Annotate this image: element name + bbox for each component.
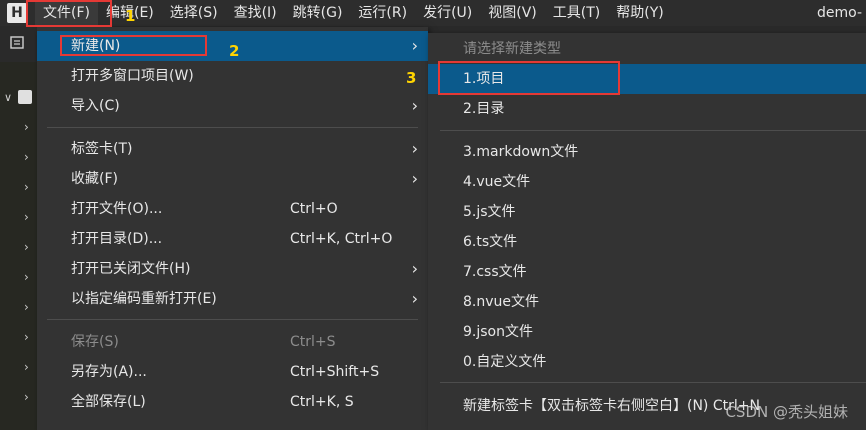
menu-help[interactable]: 帮助(Y) (608, 0, 671, 26)
annotation-number-3: 3 (406, 69, 417, 87)
annotation-box-2 (60, 35, 207, 56)
menu-item-favorites[interactable]: 收藏(F) › (37, 164, 428, 194)
chevron-right-icon[interactable]: › (24, 210, 29, 224)
menu-item-reopen-with-encoding[interactable]: 以指定编码重新打开(E) › (37, 284, 428, 314)
project-manager-icon[interactable] (10, 35, 26, 51)
submenu-item-directory[interactable]: 2.目录 (428, 94, 866, 124)
menu-item-shortcut: Ctrl+Shift+S (290, 364, 380, 380)
menu-publish[interactable]: 发行(U) (415, 0, 480, 26)
menu-item-label: 标签卡(T) (71, 141, 133, 157)
menu-item-tabs[interactable]: 标签卡(T) › (37, 134, 428, 164)
chevron-right-icon[interactable]: › (24, 180, 29, 194)
menu-item-open-file[interactable]: 打开文件(O)... Ctrl+O (37, 194, 428, 224)
watermark: CSDN @秃头姐妹 (725, 403, 848, 421)
chevron-right-icon[interactable]: › (24, 360, 29, 374)
menu-item-open-multi-window[interactable]: 打开多窗口项目(W) (37, 61, 428, 91)
chevron-right-icon: › (411, 36, 418, 55)
menu-divider (47, 127, 418, 128)
app-logo-icon: H (7, 3, 27, 23)
menu-select[interactable]: 选择(S) (162, 0, 226, 26)
menu-item-label: 打开目录(D)... (71, 231, 163, 247)
menu-item-save-all[interactable]: 全部保存(L) Ctrl+K, S (37, 387, 428, 417)
menu-tools[interactable]: 工具(T) (545, 0, 608, 26)
chevron-right-icon[interactable]: › (24, 330, 29, 344)
annotation-number-2: 2 (229, 42, 240, 60)
chevron-right-icon: › (411, 139, 418, 158)
submenu-item-vue[interactable]: 4.vue文件 (428, 167, 866, 197)
annotation-box-1 (26, 0, 112, 27)
menu-item-label: 保存(S) (71, 334, 119, 350)
window-title: demo- (816, 5, 862, 21)
chevron-right-icon[interactable]: › (24, 150, 29, 164)
submenu-header: 请选择新建类型 (463, 41, 561, 57)
chevron-right-icon[interactable]: › (24, 390, 29, 404)
menu-item-shortcut: Ctrl+K, S (290, 394, 354, 410)
menu-item-label: 打开文件(O)... (71, 201, 163, 217)
menu-find[interactable]: 查找(I) (226, 0, 285, 26)
submenu-item-js[interactable]: 5.js文件 (428, 197, 866, 227)
menu-item-label: 以指定编码重新打开(E) (71, 291, 217, 307)
file-menu: 新建(N) › 打开多窗口项目(W) 导入(C) › 标签卡(T) › 收藏(F… (37, 27, 428, 430)
chevron-right-icon: › (411, 169, 418, 188)
menu-item-shortcut: Ctrl+O (290, 201, 338, 217)
chevron-right-icon[interactable]: › (24, 240, 29, 254)
menu-item-label: 全部保存(L) (71, 394, 146, 410)
project-tree: ∨ › › › › › › › › › › (0, 62, 36, 430)
menu-item-label: 另存为(A)... (71, 364, 147, 380)
chevron-right-icon: › (411, 96, 418, 115)
menu-item-label: 打开多窗口项目(W) (71, 68, 194, 84)
chevron-down-icon: ∨ (4, 90, 13, 104)
submenu-item-nvue[interactable]: 8.nvue文件 (428, 287, 866, 317)
submenu-item-json[interactable]: 9.json文件 (428, 317, 866, 347)
submenu-item-markdown[interactable]: 3.markdown文件 (428, 137, 866, 167)
menu-item-shortcut: Ctrl+K, Ctrl+O (290, 231, 393, 247)
menu-run[interactable]: 运行(R) (350, 0, 415, 26)
menu-item-open-directory[interactable]: 打开目录(D)... Ctrl+K, Ctrl+O (37, 224, 428, 254)
submenu-item-css[interactable]: 7.css文件 (428, 257, 866, 287)
menu-item-save-as[interactable]: 另存为(A)... Ctrl+Shift+S (37, 357, 428, 387)
menu-item-shortcut: Ctrl+S (290, 334, 336, 350)
menu-item-import[interactable]: 导入(C) › (37, 91, 428, 121)
menu-divider (440, 130, 866, 131)
chevron-right-icon[interactable]: › (24, 300, 29, 314)
tree-root-node[interactable]: ∨ (4, 90, 32, 104)
menu-view[interactable]: 视图(V) (480, 0, 545, 26)
chevron-right-icon[interactable]: › (24, 270, 29, 284)
menu-divider (440, 382, 866, 383)
submenu-item-ts[interactable]: 6.ts文件 (428, 227, 866, 257)
chevron-right-icon: › (411, 289, 418, 308)
menu-item-open-closed-file[interactable]: 打开已关闭文件(H) › (37, 254, 428, 284)
annotation-box-3 (438, 61, 620, 95)
chevron-right-icon[interactable]: › (24, 120, 29, 134)
menu-item-save[interactable]: 保存(S) Ctrl+S (37, 327, 428, 357)
submenu-item-custom[interactable]: 0.自定义文件 (428, 347, 866, 377)
project-icon (18, 90, 32, 104)
menu-item-label: 导入(C) (71, 98, 120, 114)
chevron-right-icon: › (411, 259, 418, 278)
menu-item-label: 打开已关闭文件(H) (71, 261, 191, 277)
menu-goto[interactable]: 跳转(G) (285, 0, 351, 26)
annotation-number-1: 1 (125, 7, 136, 25)
menu-item-label: 收藏(F) (71, 171, 118, 187)
menu-divider (47, 319, 418, 320)
